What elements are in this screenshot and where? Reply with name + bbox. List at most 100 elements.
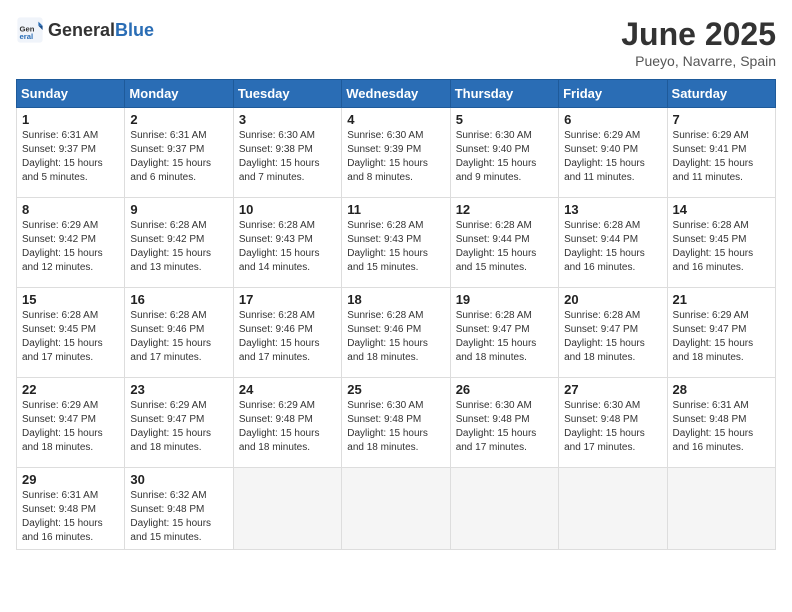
day-info: Sunrise: 6:28 AMSunset: 9:43 PMDaylight:… [347, 219, 444, 275]
calendar-week-row: 15 Sunrise: 6:28 AMSunset: 9:45 PMDaylig… [17, 288, 776, 378]
day-number: 29 [22, 472, 119, 487]
day-info: Sunrise: 6:31 AMSunset: 9:37 PMDaylight:… [130, 129, 227, 185]
day-info: Sunrise: 6:32 AMSunset: 9:48 PMDaylight:… [130, 489, 227, 545]
day-number: 6 [564, 112, 661, 127]
day-info: Sunrise: 6:28 AMSunset: 9:46 PMDaylight:… [239, 309, 336, 365]
calendar-cell: 14 Sunrise: 6:28 AMSunset: 9:45 PMDaylig… [667, 198, 775, 288]
calendar-cell: 30 Sunrise: 6:32 AMSunset: 9:48 PMDaylig… [125, 468, 233, 550]
day-info: Sunrise: 6:28 AMSunset: 9:47 PMDaylight:… [564, 309, 661, 365]
day-number: 11 [347, 202, 444, 217]
calendar-cell: 28 Sunrise: 6:31 AMSunset: 9:48 PMDaylig… [667, 378, 775, 468]
calendar-cell: 20 Sunrise: 6:28 AMSunset: 9:47 PMDaylig… [559, 288, 667, 378]
day-number: 3 [239, 112, 336, 127]
day-number: 18 [347, 292, 444, 307]
col-thursday: Thursday [450, 80, 558, 108]
calendar-cell: 7 Sunrise: 6:29 AMSunset: 9:41 PMDayligh… [667, 108, 775, 198]
day-number: 4 [347, 112, 444, 127]
calendar-cell: 29 Sunrise: 6:31 AMSunset: 9:48 PMDaylig… [17, 468, 125, 550]
col-saturday: Saturday [667, 80, 775, 108]
col-tuesday: Tuesday [233, 80, 341, 108]
calendar-cell: 4 Sunrise: 6:30 AMSunset: 9:39 PMDayligh… [342, 108, 450, 198]
day-number: 8 [22, 202, 119, 217]
calendar-cell: 13 Sunrise: 6:28 AMSunset: 9:44 PMDaylig… [559, 198, 667, 288]
calendar-cell: 23 Sunrise: 6:29 AMSunset: 9:47 PMDaylig… [125, 378, 233, 468]
calendar-cell: 5 Sunrise: 6:30 AMSunset: 9:40 PMDayligh… [450, 108, 558, 198]
title-section: June 2025 Pueyo, Navarre, Spain [621, 16, 776, 69]
day-info: Sunrise: 6:28 AMSunset: 9:46 PMDaylight:… [130, 309, 227, 365]
day-number: 19 [456, 292, 553, 307]
calendar-cell: 19 Sunrise: 6:28 AMSunset: 9:47 PMDaylig… [450, 288, 558, 378]
day-number: 9 [130, 202, 227, 217]
day-info: Sunrise: 6:29 AMSunset: 9:47 PMDaylight:… [22, 399, 119, 455]
day-number: 1 [22, 112, 119, 127]
calendar-week-row: 8 Sunrise: 6:29 AMSunset: 9:42 PMDayligh… [17, 198, 776, 288]
day-number: 20 [564, 292, 661, 307]
day-info: Sunrise: 6:29 AMSunset: 9:41 PMDaylight:… [673, 129, 770, 185]
calendar-cell: 2 Sunrise: 6:31 AMSunset: 9:37 PMDayligh… [125, 108, 233, 198]
col-friday: Friday [559, 80, 667, 108]
day-info: Sunrise: 6:29 AMSunset: 9:42 PMDaylight:… [22, 219, 119, 275]
day-info: Sunrise: 6:29 AMSunset: 9:40 PMDaylight:… [564, 129, 661, 185]
calendar-cell: 9 Sunrise: 6:28 AMSunset: 9:42 PMDayligh… [125, 198, 233, 288]
day-info: Sunrise: 6:30 AMSunset: 9:48 PMDaylight:… [347, 399, 444, 455]
day-number: 14 [673, 202, 770, 217]
calendar-cell [450, 468, 558, 550]
logo: Gen eral GeneralBlue [16, 16, 154, 44]
calendar-week-row: 22 Sunrise: 6:29 AMSunset: 9:47 PMDaylig… [17, 378, 776, 468]
day-number: 28 [673, 382, 770, 397]
col-monday: Monday [125, 80, 233, 108]
day-number: 12 [456, 202, 553, 217]
day-number: 25 [347, 382, 444, 397]
col-wednesday: Wednesday [342, 80, 450, 108]
day-info: Sunrise: 6:30 AMSunset: 9:38 PMDaylight:… [239, 129, 336, 185]
calendar-cell: 16 Sunrise: 6:28 AMSunset: 9:46 PMDaylig… [125, 288, 233, 378]
calendar-cell: 22 Sunrise: 6:29 AMSunset: 9:47 PMDaylig… [17, 378, 125, 468]
day-info: Sunrise: 6:28 AMSunset: 9:44 PMDaylight:… [456, 219, 553, 275]
calendar-cell: 11 Sunrise: 6:28 AMSunset: 9:43 PMDaylig… [342, 198, 450, 288]
day-info: Sunrise: 6:28 AMSunset: 9:47 PMDaylight:… [456, 309, 553, 365]
day-number: 7 [673, 112, 770, 127]
day-info: Sunrise: 6:29 AMSunset: 9:47 PMDaylight:… [130, 399, 227, 455]
calendar-cell: 8 Sunrise: 6:29 AMSunset: 9:42 PMDayligh… [17, 198, 125, 288]
calendar-cell [559, 468, 667, 550]
svg-text:eral: eral [20, 32, 34, 41]
calendar-subtitle: Pueyo, Navarre, Spain [621, 53, 776, 69]
calendar-cell: 15 Sunrise: 6:28 AMSunset: 9:45 PMDaylig… [17, 288, 125, 378]
day-number: 26 [456, 382, 553, 397]
calendar-cell [667, 468, 775, 550]
day-number: 17 [239, 292, 336, 307]
day-number: 2 [130, 112, 227, 127]
day-info: Sunrise: 6:31 AMSunset: 9:48 PMDaylight:… [22, 489, 119, 545]
calendar-cell [233, 468, 341, 550]
day-info: Sunrise: 6:30 AMSunset: 9:48 PMDaylight:… [564, 399, 661, 455]
day-number: 5 [456, 112, 553, 127]
day-info: Sunrise: 6:30 AMSunset: 9:39 PMDaylight:… [347, 129, 444, 185]
day-info: Sunrise: 6:30 AMSunset: 9:40 PMDaylight:… [456, 129, 553, 185]
calendar-cell: 6 Sunrise: 6:29 AMSunset: 9:40 PMDayligh… [559, 108, 667, 198]
calendar-cell: 10 Sunrise: 6:28 AMSunset: 9:43 PMDaylig… [233, 198, 341, 288]
day-number: 23 [130, 382, 227, 397]
day-number: 16 [130, 292, 227, 307]
day-number: 22 [22, 382, 119, 397]
day-number: 21 [673, 292, 770, 307]
day-info: Sunrise: 6:31 AMSunset: 9:37 PMDaylight:… [22, 129, 119, 185]
calendar-cell: 12 Sunrise: 6:28 AMSunset: 9:44 PMDaylig… [450, 198, 558, 288]
calendar-cell: 3 Sunrise: 6:30 AMSunset: 9:38 PMDayligh… [233, 108, 341, 198]
logo-blue-text: Blue [115, 20, 154, 40]
day-info: Sunrise: 6:29 AMSunset: 9:48 PMDaylight:… [239, 399, 336, 455]
day-number: 10 [239, 202, 336, 217]
day-info: Sunrise: 6:28 AMSunset: 9:43 PMDaylight:… [239, 219, 336, 275]
header: Gen eral GeneralBlue June 2025 Pueyo, Na… [16, 16, 776, 69]
logo-icon: Gen eral [16, 16, 44, 44]
calendar-cell: 26 Sunrise: 6:30 AMSunset: 9:48 PMDaylig… [450, 378, 558, 468]
day-info: Sunrise: 6:28 AMSunset: 9:46 PMDaylight:… [347, 309, 444, 365]
day-number: 13 [564, 202, 661, 217]
calendar-cell: 17 Sunrise: 6:28 AMSunset: 9:46 PMDaylig… [233, 288, 341, 378]
calendar-cell: 24 Sunrise: 6:29 AMSunset: 9:48 PMDaylig… [233, 378, 341, 468]
day-info: Sunrise: 6:28 AMSunset: 9:45 PMDaylight:… [673, 219, 770, 275]
calendar-table: Sunday Monday Tuesday Wednesday Thursday… [16, 79, 776, 550]
calendar-cell: 18 Sunrise: 6:28 AMSunset: 9:46 PMDaylig… [342, 288, 450, 378]
day-info: Sunrise: 6:29 AMSunset: 9:47 PMDaylight:… [673, 309, 770, 365]
calendar-cell: 21 Sunrise: 6:29 AMSunset: 9:47 PMDaylig… [667, 288, 775, 378]
calendar-cell [342, 468, 450, 550]
